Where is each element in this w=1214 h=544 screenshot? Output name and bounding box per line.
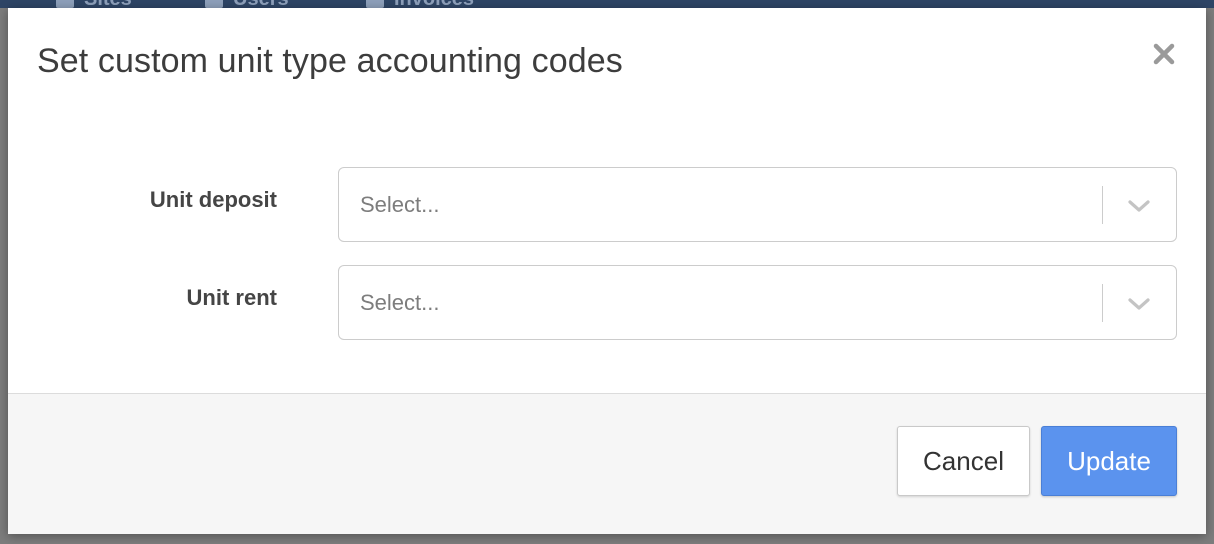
sites-icon [56,0,74,8]
chevron-down-icon[interactable] [1123,190,1155,222]
top-nav: Sites Users Invoices [0,0,1214,8]
modal-footer: Cancel Update [8,393,1206,534]
select-separator [1102,284,1103,322]
background-bottom-edge [0,534,1214,544]
nav-tab-label: Users [233,0,289,8]
select-placeholder: Select... [360,192,440,217]
nav-tab-label: Sites [84,0,132,8]
cancel-button[interactable]: Cancel [897,426,1030,496]
close-button[interactable] [1148,38,1180,70]
background-right-edge [1206,8,1214,544]
unit-rent-select[interactable]: Select... [338,265,1177,340]
unit-deposit-select[interactable]: Select... [338,167,1177,242]
select-separator [1102,186,1103,224]
update-button[interactable]: Update [1041,426,1177,496]
nav-tab-label: Invoices [394,0,474,8]
invoices-icon [366,0,384,8]
users-icon [205,0,223,8]
close-icon [1153,43,1175,65]
chevron-down-icon[interactable] [1123,288,1155,320]
modal-title: Set custom unit type accounting codes [37,42,623,80]
nav-tab-invoices: Invoices [366,0,474,8]
nav-tab-sites: Sites [56,0,132,8]
nav-tab-users: Users [205,0,289,8]
accounting-codes-modal: Set custom unit type accounting codes Un… [8,8,1206,534]
background-left-edge [0,8,8,544]
unit-deposit-row: Unit deposit Select... [8,166,1206,242]
unit-rent-label: Unit rent [186,285,277,310]
unit-rent-row: Unit rent Select... [8,264,1206,340]
select-placeholder: Select... [360,290,440,315]
unit-deposit-label: Unit deposit [149,187,277,212]
